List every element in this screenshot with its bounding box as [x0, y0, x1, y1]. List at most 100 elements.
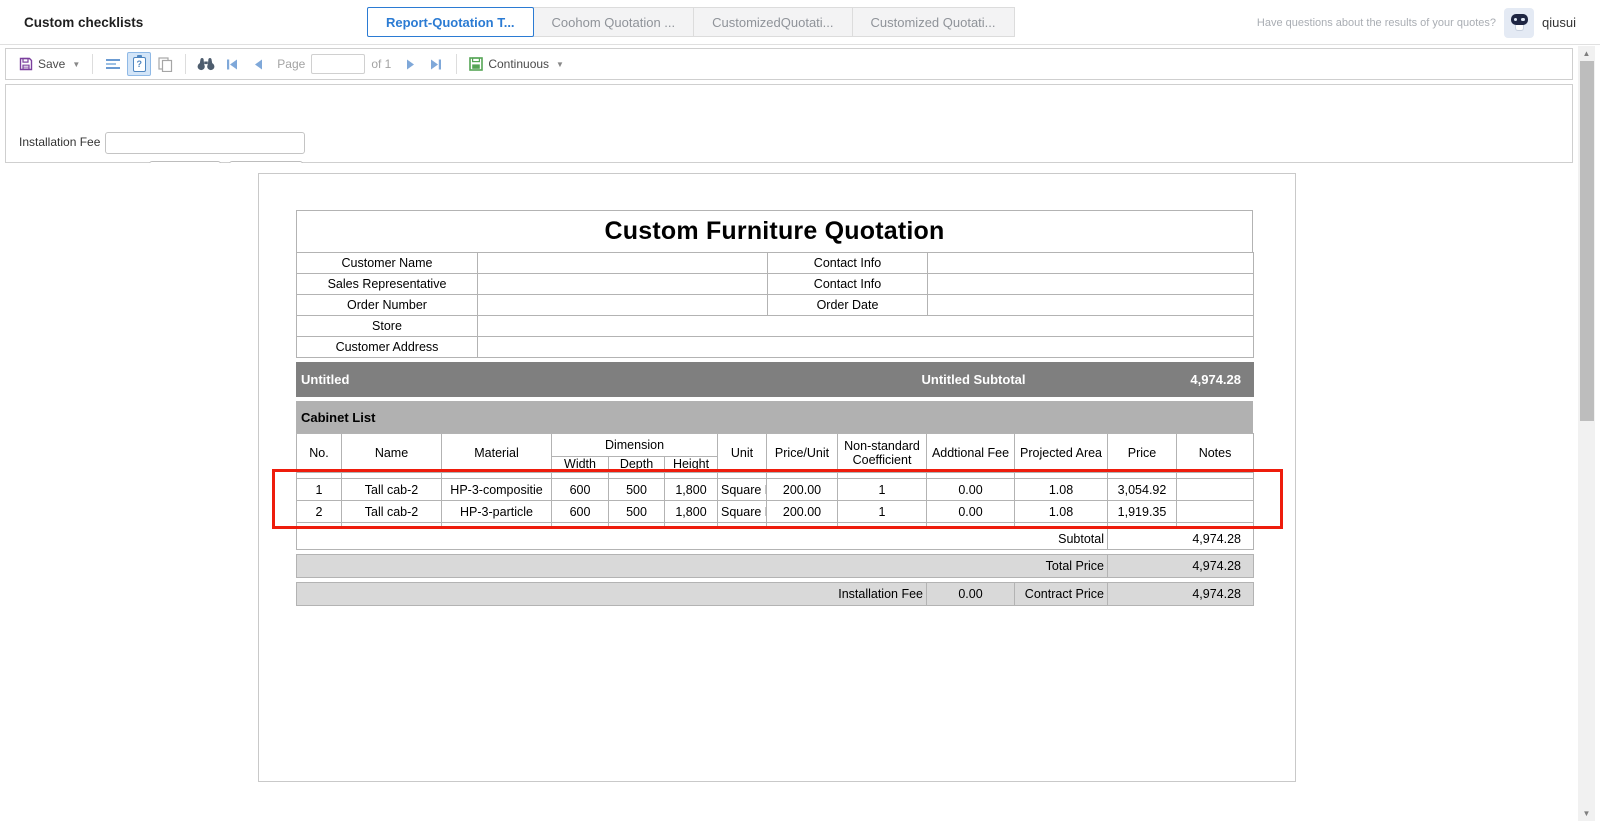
- total-price-value: 4,974.28: [1108, 555, 1254, 578]
- copy-pages-icon: [158, 57, 173, 72]
- parameters-panel: Installation Fee Reset Submit: [5, 84, 1573, 163]
- installation-fee-input[interactable]: [105, 132, 305, 154]
- scroll-down-icon[interactable]: ▼: [1578, 806, 1595, 821]
- save-button[interactable]: Save ▼: [14, 54, 85, 74]
- col-header-dimension: Dimension: [552, 434, 718, 457]
- vertical-scrollbar[interactable]: ▲ ▼: [1578, 46, 1595, 821]
- tab-customized-quotation-1[interactable]: CustomizedQuotati...: [693, 7, 852, 37]
- cell-additional-fee: 0.00: [927, 501, 1015, 523]
- section-header-band: Cabinet List: [296, 401, 1253, 434]
- search-button[interactable]: [194, 52, 218, 76]
- quotation-title-block: Custom Furniture Quotation: [296, 210, 1253, 253]
- cell-height: 1,800: [665, 501, 718, 523]
- top-header-bar: Custom checklists Report-Quotation T... …: [0, 0, 1600, 45]
- info-value: [928, 253, 1254, 274]
- last-page-button[interactable]: [424, 52, 448, 76]
- cell-price-unit: 200.00: [767, 479, 838, 501]
- cell-notes: [1177, 479, 1254, 501]
- info-label: Order Date: [768, 295, 928, 316]
- view-mode-button[interactable]: Continuous ▼: [464, 54, 569, 74]
- group-header-band: Untitled Untitled Subtotal 4,974.28: [296, 362, 1254, 397]
- report-tabs: Report-Quotation T... Coohom Quotation .…: [368, 7, 1015, 37]
- info-label: Store: [297, 316, 478, 337]
- next-page-button[interactable]: [398, 52, 422, 76]
- cell-height: 1,800: [665, 479, 718, 501]
- document-scroll-area[interactable]: Custom Furniture Quotation Customer Name…: [0, 163, 1575, 821]
- info-value: [478, 295, 768, 316]
- table-row: Customer Name Contact Info: [297, 253, 1254, 274]
- total-price-row: Total Price 4,974.28: [296, 554, 1254, 578]
- report-viewer: Save ▼ ?: [0, 46, 1600, 821]
- cell-coefficient: 1: [838, 501, 927, 523]
- cell-depth: 500: [609, 479, 665, 501]
- view-mode-label: Continuous: [488, 57, 549, 71]
- prev-page-button[interactable]: [246, 52, 270, 76]
- cell-no: 1: [297, 479, 342, 501]
- continuous-pages-icon: [469, 57, 483, 71]
- subtotal-value: 4,974.28: [1108, 529, 1254, 550]
- binoculars-icon: [197, 57, 215, 71]
- col-header-projected-area: Projected Area: [1015, 434, 1108, 473]
- group-subtotal-value: 4,974.28: [1109, 363, 1254, 397]
- top-right-cluster: Have questions about the results of your…: [1257, 0, 1576, 45]
- subtotal-label: Subtotal: [297, 529, 1108, 550]
- app-window: Custom checklists Report-Quotation T... …: [0, 0, 1600, 821]
- page-label: Page: [277, 57, 305, 71]
- col-header-notes: Notes: [1177, 434, 1254, 473]
- view-mode-chevron-down-icon: ▼: [556, 60, 564, 69]
- subtotal-row: Subtotal 4,974.28: [296, 528, 1254, 550]
- document-title: Custom Furniture Quotation: [297, 211, 1253, 253]
- info-value: [478, 337, 1254, 358]
- info-value: [478, 316, 1254, 337]
- tab-customized-quotation-2[interactable]: Customized Quotati...: [852, 7, 1015, 37]
- scrollbar-thumb[interactable]: [1580, 61, 1594, 421]
- cabinet-table: No. Name Material Dimension Unit Price/U…: [296, 433, 1254, 529]
- contract-price-label: Contract Price: [1015, 583, 1108, 606]
- total-price-label: Total Price: [297, 555, 1108, 578]
- info-value: [478, 253, 768, 274]
- table-row: 1 Tall cab-2 HP-3-compositie 600 500 1,8…: [297, 479, 1254, 501]
- cell-no: 2: [297, 501, 342, 523]
- cell-price-unit: 200.00: [767, 501, 838, 523]
- cell-material: HP-3-compositie: [442, 479, 552, 501]
- info-value: [928, 274, 1254, 295]
- installation-fee-label: Installation Fee: [19, 135, 100, 149]
- col-header-coefficient: Non-standard Coefficient: [838, 434, 927, 473]
- col-header-additional-fee: Addtional Fee: [927, 434, 1015, 473]
- cell-name: Tall cab-2: [342, 479, 442, 501]
- group-name: Untitled: [297, 363, 839, 397]
- cell-width: 600: [552, 479, 609, 501]
- customer-info-table: Customer Name Contact Info Sales Represe…: [296, 252, 1254, 358]
- contract-price-value: 4,974.28: [1108, 583, 1254, 606]
- last-page-icon: [430, 59, 442, 70]
- col-header-no: No.: [297, 434, 342, 473]
- page-number-input[interactable]: [311, 54, 365, 74]
- installation-fee-footer-value: 0.00: [927, 583, 1015, 606]
- info-value: [928, 295, 1254, 316]
- report-parameters-button[interactable]: ?: [127, 52, 151, 76]
- copy-pages-button[interactable]: [153, 52, 177, 76]
- cell-additional-fee: 0.00: [927, 479, 1015, 501]
- group-subtotal-label: Untitled Subtotal: [839, 363, 1109, 397]
- chatbot-assistant-icon[interactable]: [1504, 8, 1534, 38]
- clipboard-question-icon: ?: [133, 57, 146, 72]
- col-header-height: Height: [665, 457, 718, 473]
- cell-price: 3,054.92: [1108, 479, 1177, 501]
- page-title: Custom checklists: [24, 15, 143, 30]
- col-header-price-unit: Price/Unit: [767, 434, 838, 473]
- export-layout-button[interactable]: [101, 52, 125, 76]
- col-header-width: Width: [552, 457, 609, 473]
- table-header-row: No. Name Material Dimension Unit Price/U…: [297, 434, 1254, 457]
- tab-report-quotation[interactable]: Report-Quotation T...: [367, 7, 534, 37]
- table-row: Store: [297, 316, 1254, 337]
- next-page-icon: [406, 59, 415, 70]
- first-page-button[interactable]: [220, 52, 244, 76]
- page-count-label: of 1: [371, 57, 391, 71]
- save-button-label: Save: [38, 57, 65, 71]
- info-value: [478, 274, 768, 295]
- tab-coohom-quotation[interactable]: Coohom Quotation ...: [533, 7, 695, 37]
- save-chevron-down-icon: ▼: [72, 60, 80, 69]
- cell-name: Tall cab-2: [342, 501, 442, 523]
- section-title: Cabinet List: [297, 402, 1253, 434]
- scroll-up-icon[interactable]: ▲: [1578, 46, 1595, 61]
